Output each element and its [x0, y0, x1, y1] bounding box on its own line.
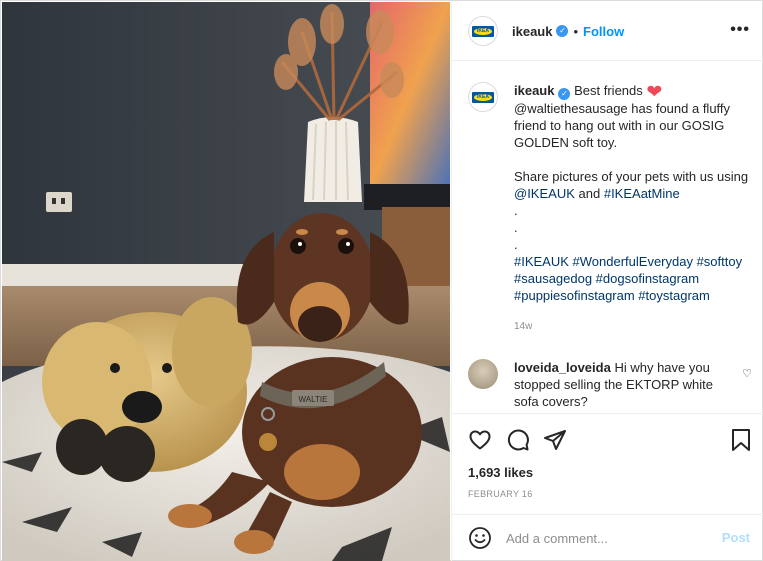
- action-bar: [452, 413, 763, 463]
- heart-icon[interactable]: [468, 428, 492, 452]
- instagram-post: WALTIE IKEA ikeauk ✓ • Follow ••• IKEA i…: [0, 0, 763, 561]
- more-icon[interactable]: •••: [730, 21, 750, 39]
- commenter-avatar[interactable]: [468, 359, 498, 389]
- emoji-icon[interactable]: [468, 526, 492, 550]
- caption-dot: .: [514, 237, 518, 252]
- red-heart-emoji-icon: ❤: [646, 82, 663, 103]
- bookmark-icon[interactable]: [730, 428, 752, 452]
- add-comment-bar: Post: [452, 514, 763, 561]
- likes-count[interactable]: 1,693 likes: [468, 465, 533, 480]
- author-avatar[interactable]: IKEA: [468, 16, 498, 46]
- hashtags-list[interactable]: #IKEAUK #WonderfulEveryday #softtoy #sau…: [514, 254, 742, 303]
- caption-dot: .: [514, 203, 518, 218]
- add-comment-input[interactable]: [506, 530, 706, 546]
- post-comment-button[interactable]: Post: [722, 530, 750, 545]
- post-details-panel: IKEA ikeauk ✓ • Follow ••• IKEA ikeauk ✓ …: [451, 2, 763, 561]
- caption-username[interactable]: ikeauk: [514, 83, 554, 98]
- ikea-logo-icon: IKEA: [472, 25, 494, 37]
- dog-photo-illustration: WALTIE: [2, 2, 450, 561]
- comment-icon[interactable]: [506, 428, 530, 452]
- separator-dot: •: [573, 23, 579, 39]
- caption-avatar[interactable]: IKEA: [468, 82, 498, 112]
- post-photo[interactable]: WALTIE: [2, 2, 450, 561]
- comment-like-heart-icon[interactable]: ♡: [742, 367, 752, 380]
- verified-icon: ✓: [556, 25, 569, 37]
- verified-icon: ✓: [558, 88, 571, 100]
- caption-title: Best friends: [574, 83, 643, 98]
- caption-line1: @waltiethesausage has found a fluffy fri…: [514, 101, 731, 150]
- author-username[interactable]: ikeauk: [512, 24, 552, 39]
- caption-text: ikeauk ✓ Best friends ❤ @waltiethesausage…: [514, 82, 758, 335]
- caption-line2: Share pictures of your pets with us usin…: [514, 169, 749, 184]
- ikea-logo-icon: IKEA: [472, 91, 494, 103]
- post-header: IKEA ikeauk ✓ • Follow •••: [452, 2, 763, 61]
- caption-and: and: [578, 186, 601, 201]
- post-caption: IKEA ikeauk ✓ Best friends ❤ @waltiethesa…: [468, 82, 758, 335]
- comment-text: loveida_loveida Hi why have you stopped …: [514, 359, 734, 410]
- hashtag-link[interactable]: #IKEAatMine: [604, 186, 680, 201]
- caption-timestamp[interactable]: 14w: [514, 318, 758, 335]
- comment-item: loveida_loveida Hi why have you stopped …: [468, 359, 758, 410]
- mention-link[interactable]: @IKEAUK: [514, 186, 575, 201]
- caption-dot: .: [514, 220, 518, 235]
- post-date: FEBRUARY 16: [468, 489, 533, 499]
- follow-button[interactable]: Follow: [583, 24, 624, 39]
- commenter-username[interactable]: loveida_loveida: [514, 360, 611, 375]
- share-icon[interactable]: [543, 428, 567, 452]
- svg-text:WALTIE: WALTIE: [299, 395, 328, 404]
